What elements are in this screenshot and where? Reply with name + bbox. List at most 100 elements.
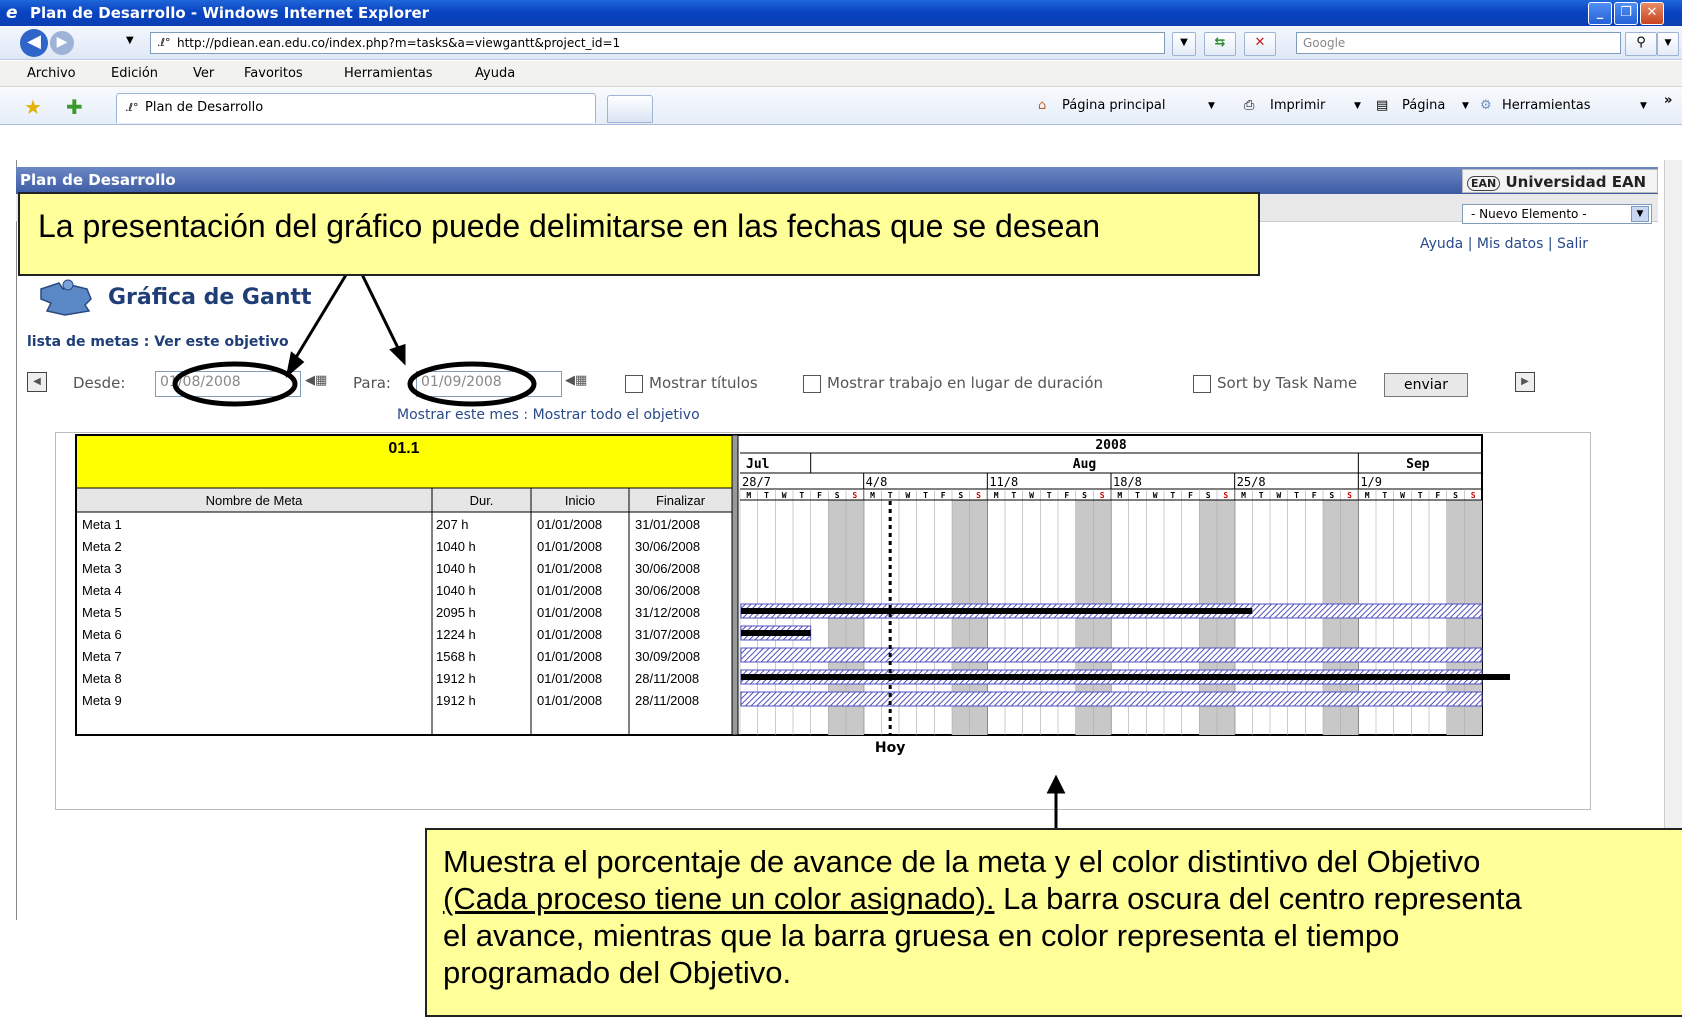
week-label: 11/8: [989, 475, 1018, 489]
day-letter: T: [1011, 491, 1016, 500]
scrollbar[interactable]: [1664, 160, 1682, 920]
home-icon[interactable]: ⌂: [1038, 98, 1046, 113]
progress-bar: [741, 674, 1510, 680]
tab-plan-de-desarrollo[interactable]: .ℓ° Plan de Desarrollo: [116, 93, 596, 123]
user-links[interactable]: Ayuda | Mis datos | Salir: [1420, 236, 1588, 252]
history-dropdown-icon[interactable]: ▼: [126, 35, 134, 46]
forward-button[interactable]: ▶: [50, 31, 74, 55]
day-letter: S: [1223, 491, 1228, 500]
page-header-title: Plan de Desarrollo: [20, 171, 176, 189]
chevron-more-icon[interactable]: »: [1664, 93, 1672, 108]
day-letter: M: [1365, 491, 1370, 500]
mostrar-titulos-checkbox[interactable]: [625, 375, 643, 393]
ean-badge-icon: EAN: [1467, 176, 1501, 191]
project-name: 01.1: [388, 440, 419, 457]
tools-dropdown-icon[interactable]: ▼: [1640, 101, 1647, 111]
menu-ayuda[interactable]: Ayuda: [475, 66, 515, 81]
university-logo: EAN Universidad EAN: [1462, 169, 1658, 193]
para-input[interactable]: 01/09/2008: [416, 371, 562, 397]
print-dropdown-icon[interactable]: ▼: [1354, 101, 1361, 111]
task-name: Meta 1: [82, 517, 122, 532]
sort-by-name-label: Sort by Task Name: [1217, 374, 1358, 392]
task-name: Meta 5: [82, 605, 122, 620]
restore-button[interactable]: ❐: [1614, 2, 1638, 25]
callout-line-4: programado del Objetivo.: [443, 955, 792, 990]
page-menu-icon[interactable]: ▤: [1376, 98, 1388, 113]
callout-line-3: el avance, mientras que la barra gruesa …: [443, 918, 1400, 953]
page-icon: .ℓ°: [157, 36, 171, 49]
task-start: 01/01/2008: [537, 539, 602, 554]
chevron-down-icon[interactable]: ▼: [1631, 206, 1649, 222]
stop-button[interactable]: ✕: [1244, 32, 1276, 56]
tools-menu-button[interactable]: Herramientas: [1502, 98, 1591, 113]
day-letter: S: [1082, 491, 1087, 500]
new-element-select[interactable]: - Nuevo Elemento - ▼: [1462, 204, 1652, 224]
task-name: Meta 7: [82, 649, 122, 664]
close-button[interactable]: ✕: [1640, 2, 1664, 25]
progress-bar: [741, 608, 1253, 614]
page-menu-button[interactable]: Página: [1402, 98, 1445, 113]
mostrar-titulos-label: Mostrar títulos: [649, 374, 758, 392]
add-favorite-icon[interactable]: ✚: [66, 95, 83, 119]
page-dropdown-icon[interactable]: ▼: [1462, 101, 1469, 111]
new-tab-button[interactable]: [607, 95, 653, 123]
task-duration: 207 h: [436, 517, 469, 532]
day-letter: F: [941, 491, 946, 500]
tools-gear-icon[interactable]: ⚙: [1480, 98, 1492, 113]
next-period-button[interactable]: ▶: [1515, 372, 1535, 392]
day-letter: W: [905, 491, 910, 500]
favorites-star-icon[interactable]: ★: [24, 95, 42, 119]
menu-edicion[interactable]: Edición: [111, 66, 158, 81]
desde-input[interactable]: 01/08/2008: [155, 371, 301, 397]
address-input[interactable]: .ℓ° http://pdiean.ean.edu.co/index.php?m…: [150, 32, 1165, 54]
month-label: Sep: [1406, 457, 1430, 472]
home-dropdown-icon[interactable]: ▼: [1208, 101, 1215, 111]
task-end: 30/09/2008: [635, 649, 700, 664]
day-letter: S: [958, 491, 963, 500]
home-button[interactable]: Página principal: [1062, 98, 1165, 113]
address-dropdown-button[interactable]: ▼: [1172, 32, 1196, 56]
calendar-icon[interactable]: ◀▦: [305, 373, 327, 388]
print-button[interactable]: Imprimir: [1270, 98, 1325, 113]
task-start: 01/01/2008: [537, 517, 602, 532]
menu-ver[interactable]: Ver: [193, 66, 214, 81]
search-options-button[interactable]: ▼: [1657, 32, 1679, 56]
page-title: Gráfica de Gantt: [108, 285, 312, 310]
mostrar-trabajo-checkbox[interactable]: [803, 375, 821, 393]
refresh-button[interactable]: ⇆: [1204, 32, 1236, 56]
previous-period-button[interactable]: ◀: [27, 372, 47, 392]
day-letter: S: [1329, 491, 1334, 500]
month-label: Jul: [746, 457, 769, 472]
window-title: Plan de Desarrollo - Windows Internet Ex…: [30, 4, 430, 22]
day-letter: W: [1276, 491, 1281, 500]
minimize-button[interactable]: _: [1588, 2, 1612, 25]
column-header-start: Inicio: [565, 493, 595, 508]
task-duration: 1224 h: [436, 627, 476, 642]
month-range-links[interactable]: Mostrar este mes : Mostrar todo el objet…: [397, 407, 700, 423]
calendar-icon[interactable]: ◀▦: [565, 373, 587, 388]
menu-favoritos[interactable]: Favoritos: [244, 66, 303, 81]
day-letter: M: [1241, 491, 1246, 500]
new-element-value: - Nuevo Elemento -: [1471, 207, 1587, 221]
day-letter: T: [1259, 491, 1264, 500]
search-button[interactable]: ⚲: [1625, 32, 1657, 56]
breadcrumb[interactable]: lista de metas : Ver este objetivo: [27, 334, 289, 350]
back-button[interactable]: ◀: [20, 29, 48, 57]
sort-by-name-checkbox[interactable]: [1193, 375, 1211, 393]
task-end: 28/11/2008: [635, 693, 699, 708]
callout-underlined: (Cada proceso tiene un color asignado).: [443, 881, 995, 916]
task-duration: 1040 h: [436, 583, 476, 598]
progress-callout: Muestra el porcentaje de avance de la me…: [425, 828, 1682, 1017]
address-url: http://pdiean.ean.edu.co/index.php?m=tas…: [177, 36, 621, 50]
day-letter: S: [1206, 491, 1211, 500]
column-header-dur: Dur.: [470, 493, 494, 508]
progress-bar: [741, 630, 811, 636]
print-icon[interactable]: ⎙: [1244, 98, 1254, 113]
menu-archivo[interactable]: Archivo: [27, 66, 76, 81]
enviar-button[interactable]: enviar: [1384, 373, 1468, 397]
menu-herramientas[interactable]: Herramientas: [344, 66, 433, 81]
column-header-row: [77, 488, 731, 512]
search-input[interactable]: Google: [1296, 32, 1621, 54]
day-letter: T: [1170, 491, 1175, 500]
day-letter: W: [1400, 491, 1405, 500]
